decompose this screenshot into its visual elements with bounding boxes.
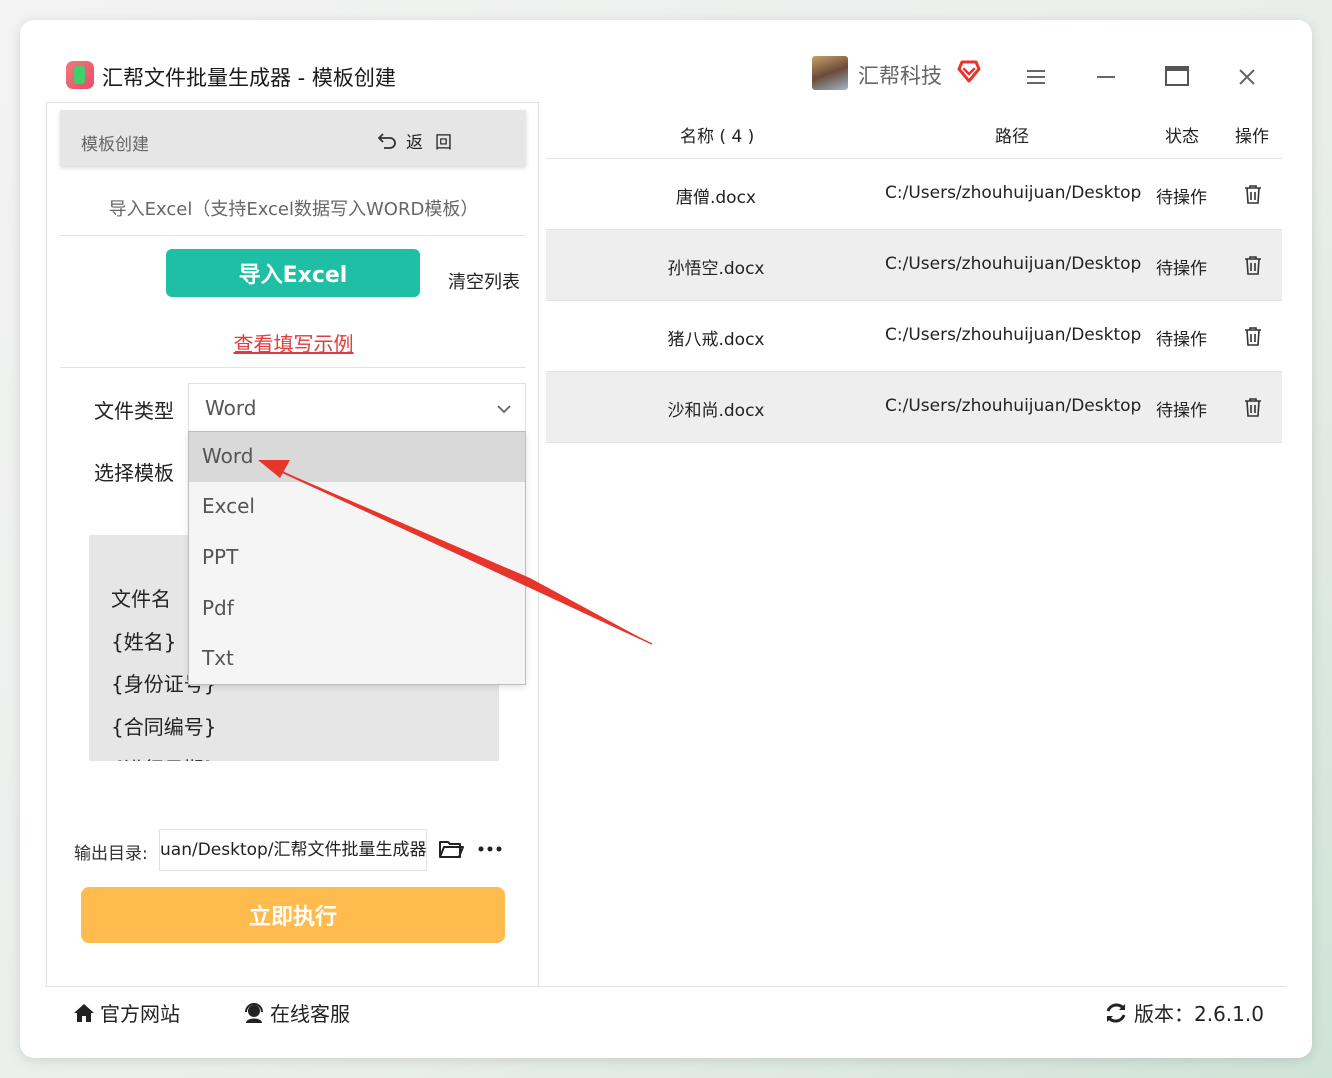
trash-icon[interactable] — [1242, 254, 1264, 276]
refresh-icon[interactable] — [1104, 1001, 1128, 1025]
template-field: {姓名} — [111, 630, 177, 654]
online-support-label: 在线客服 — [270, 1002, 350, 1026]
import-hint: 导入Excel（支持Excel数据写入WORD模板） — [108, 199, 479, 220]
divider — [60, 367, 526, 368]
example-link[interactable]: 查看填写示例 — [47, 328, 540, 357]
output-dir-input[interactable]: uan/Desktop/汇帮文件批量生成器 — [159, 829, 427, 871]
back-arrow-icon — [378, 132, 396, 149]
more-icon[interactable] — [475, 835, 505, 863]
output-dir-label: 输出目录: — [74, 844, 148, 864]
official-website-label: 官方网站 — [100, 1002, 180, 1026]
table-row[interactable]: 唐僧.docx C:/Users/zhouhuijuan/Desktop/ 待操… — [546, 159, 1282, 230]
row-status: 待操作 — [1156, 401, 1207, 421]
column-header-action: 操作 — [1235, 127, 1269, 147]
maximize-icon[interactable] — [1163, 62, 1191, 90]
trash-icon[interactable] — [1242, 183, 1264, 205]
back-button[interactable]: 返回 — [376, 128, 464, 153]
filetype-dropdown: Word Excel PPT Pdf Txt — [188, 431, 526, 685]
filetype-label: 文件类型 — [94, 399, 174, 423]
template-field: 文件名 — [111, 587, 171, 611]
filetype-selected-value: Word — [205, 396, 257, 420]
table-row[interactable]: 孙悟空.docx C:/Users/zhouhuijuan/Desktop/ 待… — [546, 230, 1282, 301]
row-name: 孙悟空.docx — [667, 259, 765, 279]
close-icon[interactable] — [1234, 64, 1260, 90]
column-header-path: 路径 — [995, 127, 1029, 147]
import-excel-button[interactable]: 导入Excel — [166, 249, 420, 297]
filetype-select[interactable]: Word — [188, 383, 526, 433]
row-status: 待操作 — [1156, 330, 1207, 350]
panel-header: 模板创建 返回 — [60, 110, 526, 166]
vip-heart-icon[interactable] — [956, 58, 982, 84]
panel-header-label: 模板创建 — [81, 135, 149, 155]
official-website-link[interactable]: 官方网站 — [72, 998, 180, 1027]
row-path: C:/Users/zhouhuijuan/Desktop/ — [885, 183, 1141, 203]
left-panel: 模板创建 返回 导入Excel（支持Excel数据写入WORD模板） 导入Exc… — [46, 102, 539, 986]
app-logo-icon — [66, 61, 94, 89]
headset-icon — [245, 1002, 263, 1023]
user-avatar[interactable] — [812, 56, 848, 90]
row-name: 唐僧.docx — [675, 188, 756, 208]
template-field: {合同编号} — [111, 715, 217, 739]
trash-icon[interactable] — [1242, 396, 1264, 418]
row-status: 待操作 — [1156, 188, 1207, 208]
online-support-link[interactable]: 在线客服 — [242, 998, 350, 1027]
filetype-option-excel[interactable]: Excel — [189, 482, 525, 532]
divider — [60, 235, 526, 236]
column-header-status: 状态 — [1165, 127, 1199, 147]
filetype-option-word[interactable]: Word — [189, 432, 525, 482]
filetype-option-ppt[interactable]: PPT — [189, 533, 525, 583]
row-name: 沙和尚.docx — [667, 401, 765, 421]
minimize-icon[interactable] — [1093, 64, 1119, 90]
row-path: C:/Users/zhouhuijuan/Desktop/ — [885, 396, 1141, 416]
folder-icon[interactable] — [437, 835, 465, 863]
table-row[interactable]: 沙和尚.docx C:/Users/zhouhuijuan/Desktop/ 待… — [546, 372, 1282, 443]
footer-divider — [46, 986, 1286, 987]
brand-name: 汇帮科技 — [858, 64, 942, 88]
back-button-label: 返回 — [406, 133, 464, 153]
filetype-option-pdf[interactable]: Pdf — [189, 584, 525, 634]
row-path: C:/Users/zhouhuijuan/Desktop/ — [885, 325, 1141, 345]
chevron-down-icon — [497, 405, 511, 414]
version-info: 版本：2.6.1.0 — [1104, 998, 1264, 1027]
column-header-name: 名称 ( 4 ) — [680, 127, 755, 147]
row-status: 待操作 — [1156, 259, 1207, 279]
table-row[interactable]: 猪八戒.docx C:/Users/zhouhuijuan/Desktop/ 待… — [546, 301, 1282, 372]
template-field: {进行日期} — [111, 753, 216, 761]
window-title: 汇帮文件批量生成器 - 模板创建 — [102, 66, 396, 90]
home-icon — [74, 1003, 94, 1022]
clear-list-button[interactable]: 清空列表 — [448, 268, 520, 294]
title-bar: 汇帮文件批量生成器 - 模板创建 汇帮科技 — [20, 20, 1312, 102]
trash-icon[interactable] — [1242, 325, 1264, 347]
row-name: 猪八戒.docx — [667, 330, 765, 350]
table-header: 名称 ( 4 ) 路径 状态 操作 — [546, 102, 1282, 159]
template-label: 选择模板 — [94, 461, 174, 485]
filetype-option-txt[interactable]: Txt — [189, 634, 525, 684]
menu-icon[interactable] — [1023, 64, 1049, 90]
version-label: 版本：2.6.1.0 — [1134, 1002, 1264, 1026]
row-path: C:/Users/zhouhuijuan/Desktop/ — [885, 254, 1141, 274]
run-button[interactable]: 立即执行 — [81, 887, 505, 943]
app-window: 汇帮文件批量生成器 - 模板创建 汇帮科技 模板创建 返回 导入Excel（支持… — [20, 20, 1312, 1058]
